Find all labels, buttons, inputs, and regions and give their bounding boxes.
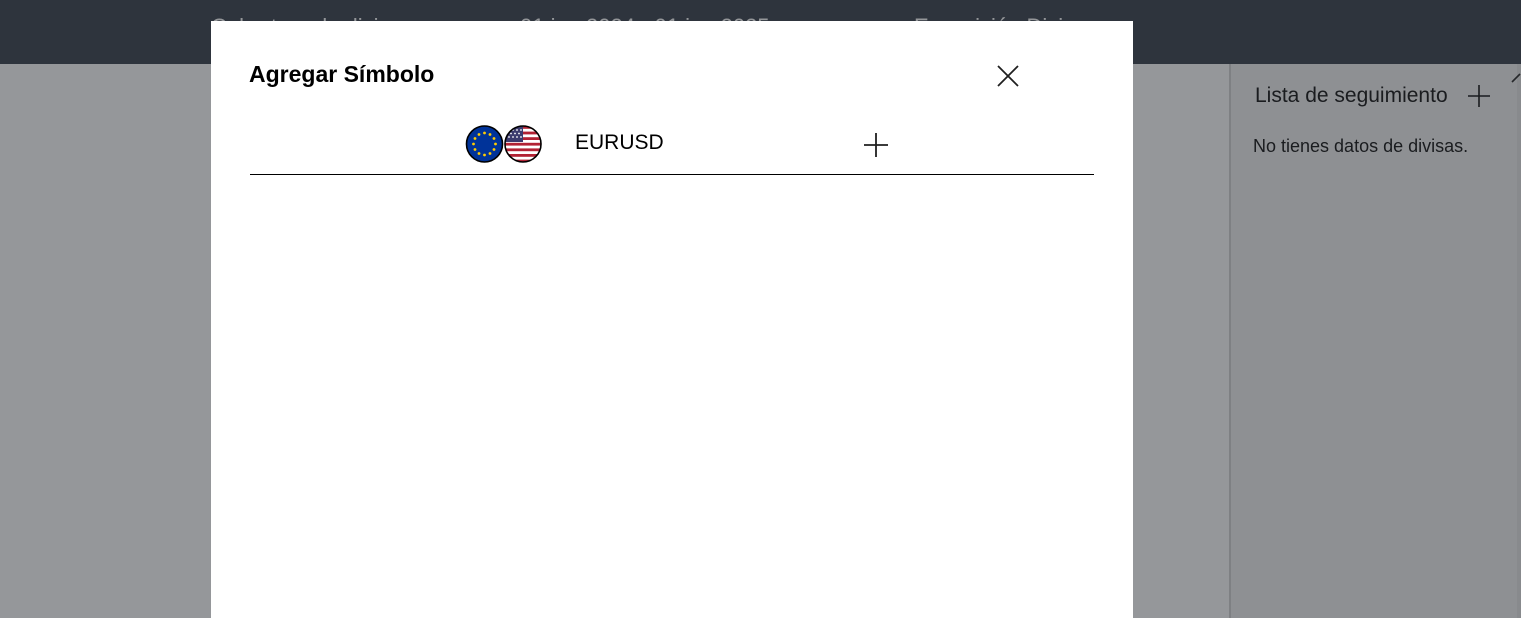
add-symbol-button[interactable] [863,132,889,158]
eu-flag-icon [465,125,504,163]
symbol-name: EURUSD [575,131,664,154]
currency-pair-flags [465,124,545,164]
us-flag-icon [504,125,542,163]
symbol-row[interactable]: EURUSD [250,117,1094,175]
app-window: Cobertura de divisas 01 jun 2024 - 01 ju… [0,0,1521,618]
dialog-title: Agregar Símbolo [249,61,435,87]
plus-icon [864,133,888,157]
close-button[interactable] [995,63,1021,89]
add-symbol-dialog: Agregar Símbolo EURUSD [211,21,1133,618]
close-icon [997,65,1019,87]
